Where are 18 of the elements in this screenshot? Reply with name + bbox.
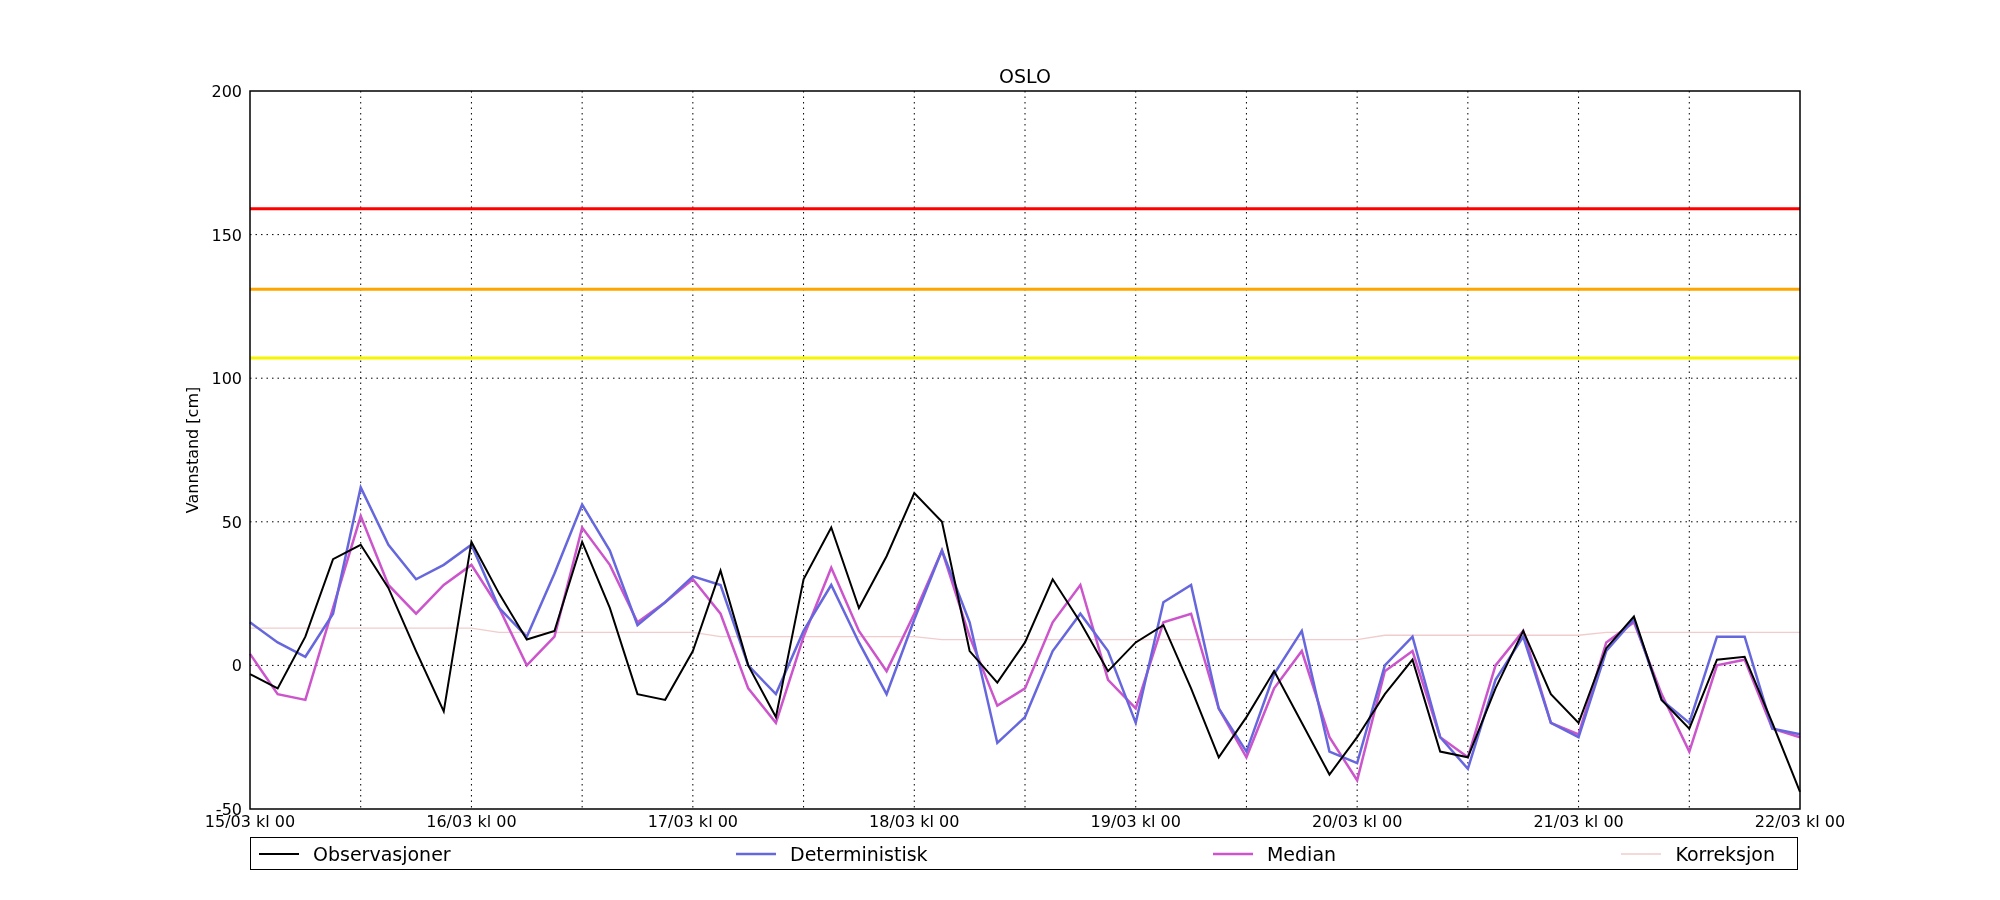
y-tick-label: 150 [211, 225, 242, 245]
x-tick-label: 22/03 kl 00 [1754, 812, 1846, 832]
legend-label: Korreksjon [1675, 842, 1775, 865]
x-tick-label: 21/03 kl 00 [1533, 812, 1624, 832]
legend-label: Deterministisk [790, 842, 928, 865]
legend-label: Observasjoner [313, 842, 451, 865]
x-tick-label: 20/03 kl 00 [1311, 812, 1403, 832]
legend-label: Median [1266, 842, 1337, 865]
y-tick-label: 0 [231, 656, 242, 676]
y-tick-label: 50 [221, 512, 242, 532]
y-tick-label: 100 [211, 369, 242, 389]
x-tick-label: 19/03 kl 00 [1090, 812, 1181, 832]
y-tick-label: 200 [211, 82, 242, 101]
chart-title: OSLO [999, 65, 1051, 87]
x-tick-label: 18/03 kl 00 [869, 812, 960, 832]
x-tick-label: 16/03 kl 00 [426, 812, 517, 832]
x-tick-label: 17/03 kl 00 [647, 812, 738, 832]
y-axis-label: Vannstand [cm] [183, 386, 202, 514]
